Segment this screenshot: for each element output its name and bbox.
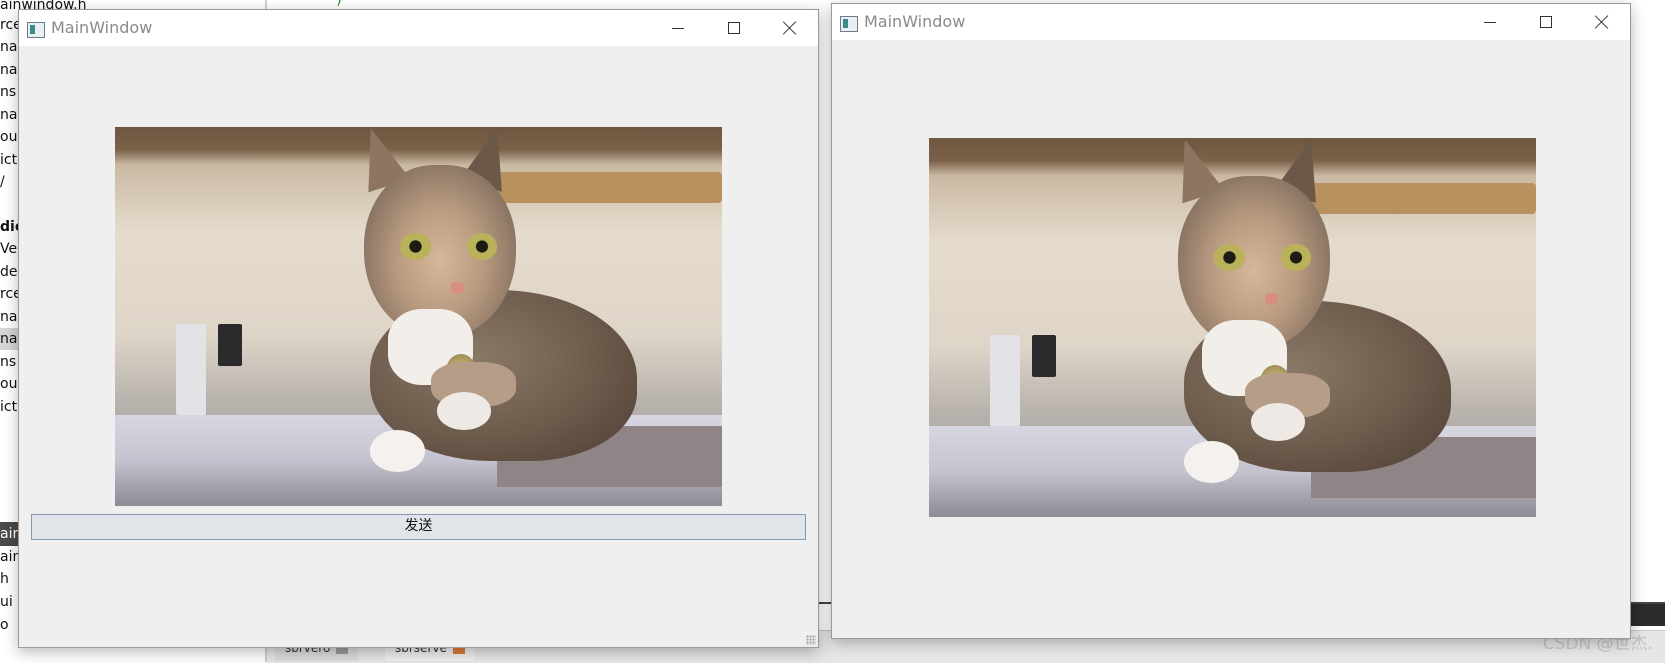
tree-item[interactable]: ict	[0, 396, 17, 418]
main-window-left: MainWindow 发送	[18, 9, 819, 648]
maximize-icon	[1540, 16, 1552, 28]
title-bar[interactable]: MainWindow	[19, 10, 818, 46]
tree-item[interactable]: /	[0, 171, 5, 193]
tree-item[interactable]: ns	[0, 351, 16, 373]
minimize-button[interactable]	[650, 10, 706, 46]
close-icon	[1595, 15, 1609, 29]
minimize-button[interactable]	[1462, 4, 1518, 40]
minimize-icon	[672, 27, 684, 29]
tree-item[interactable]: ns	[0, 81, 16, 103]
app-window-icon	[840, 16, 858, 32]
maximize-icon	[728, 22, 740, 34]
close-button[interactable]	[762, 10, 818, 46]
lower-tree-item[interactable]: h	[0, 568, 9, 590]
cat-image	[115, 127, 722, 506]
tree-item[interactable]: Ve	[0, 238, 17, 260]
code-fragment: )	[335, 0, 344, 8]
close-button[interactable]	[1574, 4, 1630, 40]
send-button[interactable]: 发送	[31, 514, 806, 540]
cat-image	[929, 138, 1536, 517]
tree-item[interactable]: ict	[0, 149, 17, 171]
resize-grip[interactable]	[806, 635, 816, 645]
maximize-button[interactable]	[706, 10, 762, 46]
main-window-right: MainWindow	[831, 3, 1631, 639]
title-bar[interactable]: MainWindow	[832, 4, 1630, 40]
maximize-button[interactable]	[1518, 4, 1574, 40]
app-window-icon	[27, 22, 45, 38]
window-title: MainWindow	[51, 18, 153, 37]
lower-tree-item[interactable]: ui	[0, 591, 13, 613]
minimize-icon	[1484, 21, 1496, 23]
close-icon	[783, 21, 797, 35]
window-title: MainWindow	[864, 12, 966, 31]
lower-tree-item[interactable]: o	[0, 614, 9, 636]
